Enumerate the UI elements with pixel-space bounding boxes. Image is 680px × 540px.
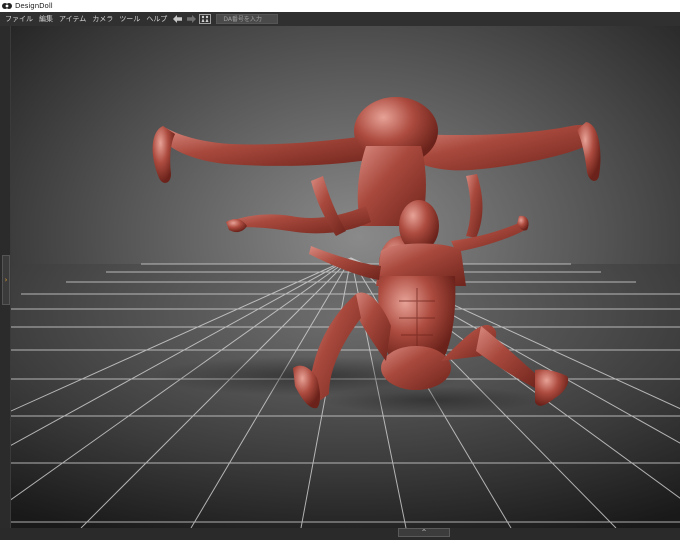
left-panel-toggle-button[interactable]: › (2, 255, 10, 305)
menu-tools[interactable]: ツール (116, 12, 143, 26)
menu-help[interactable]: ヘルプ (143, 12, 170, 26)
menu-item[interactable]: アイテム (56, 12, 89, 26)
app-window: DesignDoll ファイル 編集 アイテム カメラ ツール ヘルプ DA番号… (0, 0, 680, 540)
menu-file[interactable]: ファイル (0, 12, 36, 26)
forward-arrow-icon[interactable] (185, 13, 197, 25)
back-arrow-icon[interactable] (171, 13, 183, 25)
bottom-bar (0, 528, 680, 540)
chevron-right-icon: › (4, 276, 8, 284)
3d-viewport[interactable] (11, 26, 680, 528)
menu-camera[interactable]: カメラ (89, 12, 116, 26)
da-number-input[interactable] (216, 14, 279, 24)
viewport-canvas (11, 26, 680, 528)
title-bar: DesignDoll (0, 0, 680, 12)
bottom-panel-toggle-button[interactable]: ^ (398, 528, 450, 537)
designdoll-logo-icon (2, 1, 12, 11)
chevron-up-icon: ^ (421, 529, 427, 536)
menu-bar: ファイル 編集 アイテム カメラ ツール ヘルプ (0, 12, 680, 26)
window-title: DesignDoll (15, 2, 53, 10)
menu-edit[interactable]: 編集 (36, 12, 56, 26)
dual-figure-icon[interactable] (199, 13, 212, 25)
